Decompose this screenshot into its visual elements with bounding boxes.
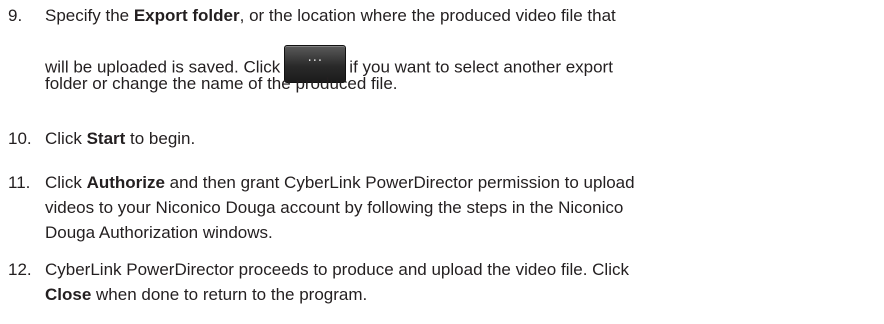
text-run: Click [45,129,87,148]
export-folder-term: Export folder [133,6,240,25]
text-run: Click [45,173,87,192]
step-line: Specify the Export folder, or the locati… [45,6,616,26]
step-line: videos to your Niconico Douga account by… [45,198,624,217]
text-run: when done to return to the program. [91,285,368,304]
step-number: 9. [8,6,23,25]
step-number: 10. [8,129,32,148]
step-line: folder or change the name of the produce… [45,74,398,93]
start-term: Start [86,129,126,148]
step-line: CyberLink PowerDirector proceeds to prod… [45,260,629,279]
step-line: Click Authorize and then grant CyberLink… [45,173,635,193]
authorize-term: Authorize [86,173,165,192]
text-run: to begin. [125,129,196,148]
step-number: 12. [8,260,32,279]
close-term: Close [45,285,92,304]
text-run: , or the location where the produced vid… [239,6,616,25]
text-run: Specify the [45,6,134,25]
text-run: and then grant CyberLink PowerDirector p… [164,173,635,192]
step-line: Douga Authorization windows. [45,223,273,242]
instruction-page: 9. Specify the Export folder, or the loc… [0,0,884,324]
ellipsis-glyph: ··· [307,54,323,69]
step-number: 11. [8,173,31,192]
step-line: Click Start to begin. [45,129,195,149]
step-line: Close when done to return to the program… [45,285,367,305]
